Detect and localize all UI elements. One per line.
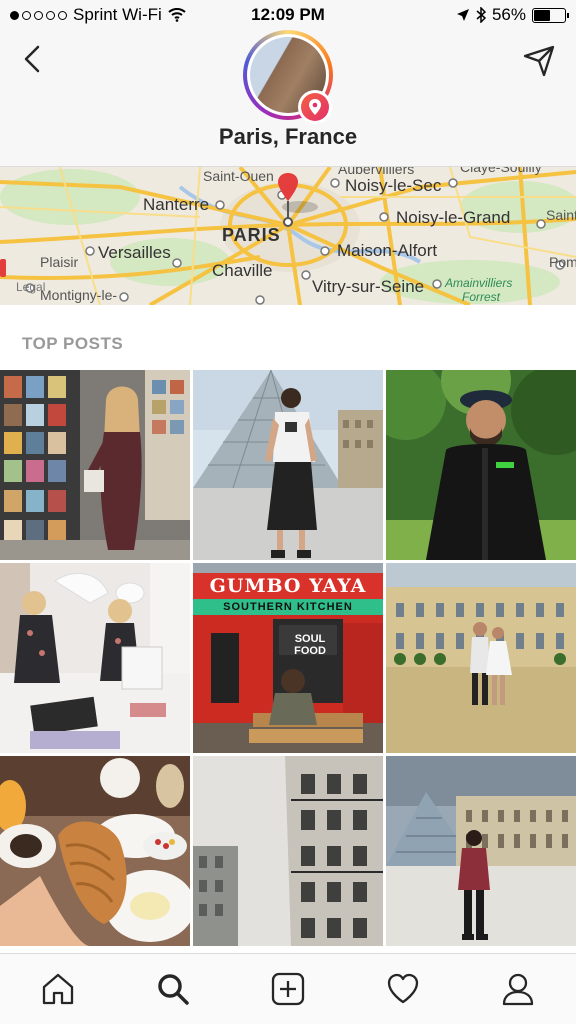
tab-home[interactable] bbox=[38, 969, 78, 1009]
share-direct-icon[interactable] bbox=[522, 44, 556, 78]
map-label: Amainvilliers bbox=[445, 276, 513, 290]
map-label: Noisy-le-Sec bbox=[345, 176, 442, 195]
location-header: Paris, France bbox=[0, 30, 576, 167]
search-icon bbox=[158, 974, 189, 1005]
back-icon[interactable] bbox=[18, 44, 48, 74]
post-thumbnail[interactable] bbox=[386, 756, 576, 946]
tab-activity[interactable] bbox=[383, 969, 423, 1009]
home-icon bbox=[42, 973, 73, 1005]
map-label: Forrest bbox=[462, 290, 501, 304]
tab-new-post[interactable] bbox=[268, 969, 308, 1009]
post-sign-text: GUMBO YAYA bbox=[209, 575, 367, 597]
location-pin-badge bbox=[298, 90, 332, 124]
heart-icon bbox=[388, 973, 419, 1004]
map-label: PARIS bbox=[222, 225, 281, 245]
map-label: Chaville bbox=[212, 261, 273, 280]
map-label: Saint bbox=[546, 207, 576, 223]
status-right: 56% bbox=[456, 5, 569, 25]
status-bar: Sprint Wi-Fi 12:09 PM 56% bbox=[0, 0, 576, 30]
top-posts-heading: TOP POSTS bbox=[22, 334, 124, 353]
profile-icon bbox=[503, 973, 534, 1006]
map-label: Maison-Alfort bbox=[337, 241, 438, 260]
map-label: Pom bbox=[549, 254, 576, 270]
post-thumbnail[interactable] bbox=[193, 370, 383, 560]
post-sign-subtext: SOUTHERN KITCHEN bbox=[223, 601, 353, 613]
top-posts-grid: GUMBO YAYA SOUTHERN KITCHEN SOUL FOOD bbox=[0, 370, 576, 946]
map-label: Claye-Souilly bbox=[460, 167, 542, 175]
map-label: Plaisir bbox=[40, 254, 79, 270]
post-thumbnail[interactable] bbox=[0, 563, 190, 753]
post-thumbnail[interactable] bbox=[0, 756, 190, 946]
location-title: Paris, France bbox=[218, 124, 358, 149]
tab-profile[interactable] bbox=[498, 969, 538, 1009]
location-map[interactable]: Aubervilliers Claye-Souilly Saint-Ouen N… bbox=[0, 167, 576, 305]
post-thumbnail[interactable] bbox=[193, 756, 383, 946]
map-legal-link[interactable]: Legal bbox=[16, 280, 45, 294]
bottom-tab-bar bbox=[0, 953, 576, 1024]
map-label: Nanterre bbox=[143, 195, 210, 214]
bluetooth-icon bbox=[476, 7, 486, 23]
map-label: Versailles bbox=[98, 243, 171, 262]
map-label: Saint-Ouen bbox=[203, 168, 274, 184]
map-label: Montigny-le- bbox=[40, 287, 118, 303]
map-label: Vitry-sur-Seine bbox=[312, 277, 425, 296]
post-thumbnail[interactable] bbox=[386, 370, 576, 560]
location-arrow-icon bbox=[456, 9, 469, 21]
battery-percent: 56% bbox=[491, 5, 526, 24]
location-pin-icon bbox=[309, 99, 321, 115]
post-thumbnail[interactable]: GUMBO YAYA SOUTHERN KITCHEN SOUL FOOD bbox=[193, 563, 383, 753]
map-label: Noisy-le-Grand bbox=[396, 208, 511, 227]
add-post-icon bbox=[271, 972, 305, 1006]
battery-icon bbox=[532, 7, 569, 23]
post-window-text: SOUL FOOD bbox=[294, 633, 326, 657]
post-thumbnail[interactable] bbox=[0, 370, 190, 560]
post-thumbnail[interactable] bbox=[386, 563, 576, 753]
tab-search[interactable] bbox=[153, 969, 193, 1009]
